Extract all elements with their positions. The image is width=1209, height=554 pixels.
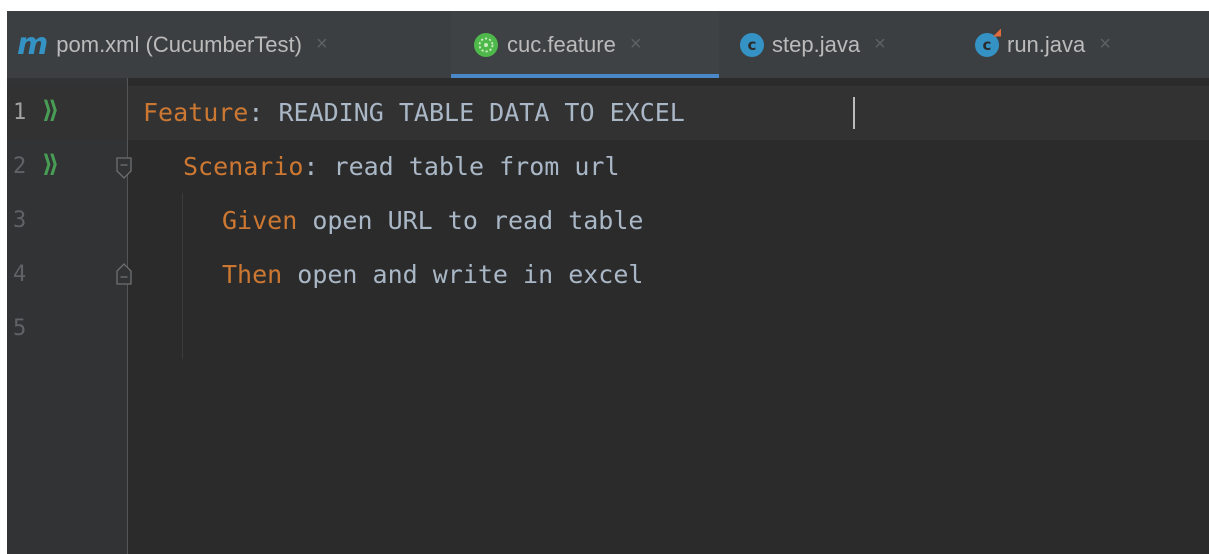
editor-tab-bar: m pom.xml (CucumberTest) × cuc.feature ×…: [7, 11, 1209, 78]
tab-run-java[interactable]: c run.java ×: [975, 11, 1175, 78]
code-line: 1 ⟫ Feature: READING TABLE DATA TO EXCEL: [7, 86, 1209, 140]
gherkin-keyword: Then: [222, 260, 283, 289]
line-number: 4: [13, 262, 27, 287]
close-icon[interactable]: ×: [630, 33, 642, 56]
tab-label: run.java: [1007, 31, 1086, 57]
close-icon[interactable]: ×: [316, 33, 328, 56]
code-text: Given open URL to read table: [222, 194, 643, 248]
code-line: 2 ⟫ Scenario: read table from url: [7, 140, 1209, 194]
gherkin-keyword: Scenario: [183, 152, 304, 181]
code-rest: open URL to read table: [297, 206, 644, 235]
close-icon[interactable]: ×: [1099, 33, 1111, 56]
line-number: 5: [13, 316, 27, 341]
tab-pom-xml[interactable]: m pom.xml (CucumberTest) ×: [17, 11, 447, 78]
code-text: Then open and write in excel: [222, 248, 643, 302]
tab-label: cuc.feature: [507, 31, 616, 57]
code-line: 4 Then open and write in excel: [7, 248, 1209, 302]
class-letter: c: [982, 35, 992, 54]
run-badge-icon: [993, 28, 1001, 37]
java-class-icon: c: [740, 32, 764, 57]
tab-label: pom.xml (CucumberTest): [56, 31, 302, 57]
tab-step-java[interactable]: c step.java ×: [740, 11, 955, 78]
cucumber-icon: [473, 32, 499, 58]
code-rest: : read table from url: [303, 152, 620, 181]
java-runnable-class-icon: c: [975, 28, 1001, 57]
code-text: Feature: READING TABLE DATA TO EXCEL: [143, 86, 685, 140]
line-number: 3: [13, 208, 27, 233]
code-editor[interactable]: 1 ⟫ Feature: READING TABLE DATA TO EXCEL…: [7, 78, 1209, 554]
gherkin-keyword: Given: [222, 206, 298, 235]
fold-start-icon[interactable]: [116, 157, 132, 179]
close-icon[interactable]: ×: [874, 33, 886, 56]
tab-label: step.java: [772, 31, 861, 57]
gherkin-keyword: Feature: [143, 98, 249, 127]
code-rest: open and write in excel: [282, 260, 644, 289]
tab-cuc-feature[interactable]: cuc.feature ×: [451, 11, 719, 78]
text-caret: [853, 97, 855, 129]
run-scenario-icon[interactable]: ⟫: [42, 152, 60, 176]
maven-m-icon: m: [17, 26, 49, 62]
code-text: Scenario: read table from url: [183, 140, 620, 194]
line-number: 2: [13, 154, 27, 179]
ide-window: m pom.xml (CucumberTest) × cuc.feature ×…: [7, 11, 1209, 554]
line-number: 1: [13, 100, 27, 125]
fold-end-icon[interactable]: [116, 263, 132, 285]
code-line: 3 Given open URL to read table: [7, 194, 1209, 248]
code-line: 5: [7, 302, 1209, 356]
run-feature-icon[interactable]: ⟫: [42, 98, 60, 122]
code-rest: : READING TABLE DATA TO EXCEL: [248, 98, 685, 127]
